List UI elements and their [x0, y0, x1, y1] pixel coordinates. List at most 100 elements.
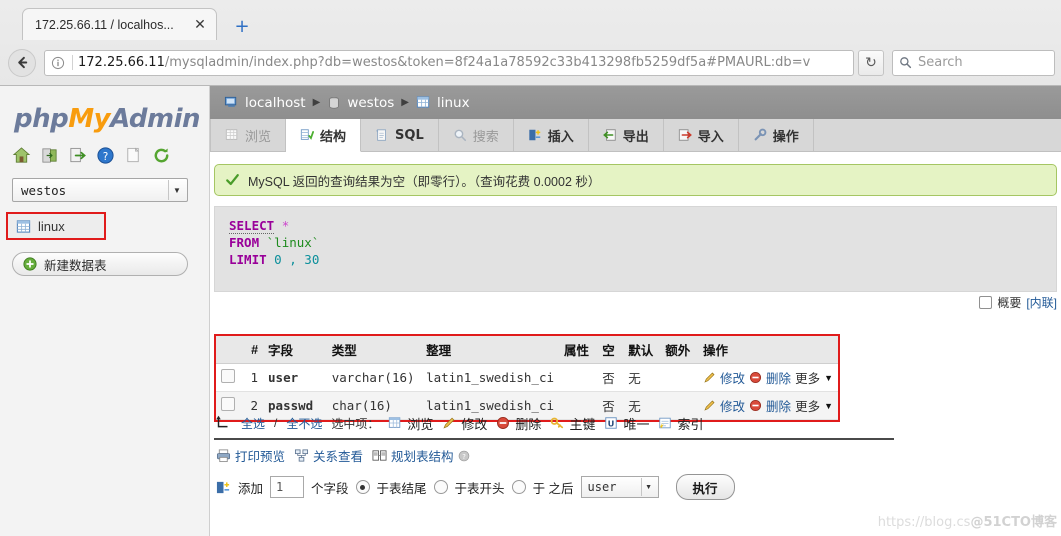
tab-browse[interactable]: 浏览	[210, 119, 287, 151]
svg-text:?: ?	[462, 453, 466, 461]
tab-insert[interactable]: 插入	[513, 119, 589, 151]
index-icon	[659, 417, 672, 429]
back-button[interactable]	[8, 48, 36, 77]
row-edit-link[interactable]: 修改	[720, 368, 745, 387]
search-icon	[900, 57, 912, 69]
breadcrumb-table-label: linux	[436, 94, 470, 111]
breadcrumb-separator: ▶	[312, 96, 321, 108]
selected-action-unique[interactable]: U 唯一	[604, 414, 649, 433]
select-none-link[interactable]: 全不选	[286, 415, 322, 432]
unique-icon: U	[605, 417, 618, 429]
tab-structure[interactable]: 结构	[286, 119, 362, 152]
tab-operations[interactable]: 操作	[738, 119, 814, 151]
address-bar[interactable]: 172.25.66.11/mysqladmin/index.php?db=wes…	[44, 49, 854, 76]
table-icon	[416, 96, 430, 108]
profiling-checkbox[interactable]	[979, 295, 993, 309]
breadcrumb-server[interactable]: localhost	[224, 95, 306, 111]
sql-comma: ,	[289, 252, 297, 267]
row-null: 否	[597, 363, 624, 392]
logo-admin: Admin	[110, 104, 201, 134]
print-icon	[216, 449, 231, 463]
selected-action-edit[interactable]: 修改	[442, 414, 487, 433]
th-null: 空	[597, 336, 624, 364]
with-selected-label: 选中项：	[331, 416, 380, 431]
print-view-label[interactable]: 打印预览	[235, 446, 285, 465]
with-selected-bar: 全选 / 全不选 选中项： 浏览 修改 删除 主键 U 唯一 索引	[214, 408, 894, 440]
site-info-icon[interactable]	[49, 54, 67, 72]
database-select[interactable]: westos ▼	[12, 178, 188, 202]
table-row[interactable]: 1 user varchar(16) latin1_swedish_ci 否 无	[216, 363, 838, 392]
sql-keyword-from: FROM	[229, 235, 260, 250]
row-collation: latin1_swedish_ci	[421, 363, 560, 392]
chevron-down-icon: ▼	[168, 180, 185, 200]
row-actions-group: 修改 删除 更多 ▼	[703, 368, 833, 387]
select-all-link[interactable]: 全选	[241, 415, 265, 432]
browse-icon	[225, 129, 238, 140]
selected-action-index[interactable]: 索引	[658, 414, 703, 433]
row-more-label[interactable]: 更多	[795, 368, 820, 387]
row-checkbox[interactable]	[221, 369, 235, 383]
logout-icon[interactable]	[40, 146, 59, 165]
sql-keyword-limit: LIMIT	[229, 252, 267, 267]
watermark-brand: @51CTO博客	[970, 515, 1057, 530]
browser-tabstrip: 172.25.66.11 / localhos... ✕ +	[0, 0, 1061, 40]
docs-icon[interactable]	[124, 146, 143, 165]
chevron-down-icon[interactable]: ▼	[824, 373, 833, 383]
close-icon[interactable]: ✕	[192, 17, 208, 33]
table-icon	[16, 219, 31, 233]
selected-action-drop[interactable]: 删除	[496, 414, 541, 433]
tab-browse-label: 浏览	[245, 128, 272, 144]
inline-edit-link[interactable]: [内联]	[1026, 294, 1057, 311]
breadcrumb-table[interactable]: linux	[416, 95, 470, 111]
designer-icon	[372, 450, 387, 461]
main-tabs: 浏览 结构 SQL 搜索 插入 导出 导入 操作	[210, 119, 1061, 152]
tab-export[interactable]: 导出	[588, 119, 664, 151]
relation-view-link[interactable]: 关系查看	[294, 446, 363, 465]
tab-sql[interactable]: SQL	[361, 119, 439, 151]
radio-after[interactable]	[511, 480, 526, 494]
radio-at-beginning[interactable]	[433, 480, 448, 494]
selected-action-browse[interactable]: 浏览	[388, 414, 433, 433]
new-tab-icon[interactable]: +	[232, 17, 252, 37]
selected-action-primary-label: 主键	[569, 416, 596, 432]
go-button[interactable]: 执行	[675, 474, 735, 500]
search-input[interactable]: Search	[892, 49, 1055, 76]
new-table-button[interactable]: 新建数据表	[12, 252, 188, 276]
main-content: MySQL 返回的查询结果为空（即零行）。（查询花费 0.0002 秒） SEL…	[210, 152, 1061, 536]
edit-icon	[443, 417, 455, 429]
reload-button[interactable]: ↻	[858, 49, 884, 76]
designer-link[interactable]: 规划表结构 ?	[372, 446, 470, 465]
help-icon[interactable]: ?	[96, 146, 115, 165]
designer-label[interactable]: 规划表结构	[391, 446, 454, 465]
search-icon	[454, 129, 466, 142]
export-icon	[602, 129, 616, 141]
svg-text:?: ?	[103, 151, 109, 163]
relation-icon	[295, 449, 309, 462]
row-drop-link[interactable]: 删除	[766, 368, 791, 387]
help-icon[interactable]: ?	[458, 450, 470, 462]
insert-icon	[529, 129, 540, 141]
row-number: 1	[242, 363, 264, 392]
radio-at-end[interactable]	[355, 480, 370, 494]
drop-icon[interactable]	[749, 371, 762, 384]
home-icon[interactable]	[12, 146, 31, 165]
tab-search[interactable]: 搜索	[438, 119, 514, 151]
reload-icon[interactable]	[152, 146, 171, 165]
at-beginning-label: 于表开头	[454, 481, 505, 496]
logo-my: My	[68, 104, 111, 134]
edit-icon[interactable]	[703, 371, 716, 384]
sql-limit-offset: 0	[274, 252, 282, 267]
selected-action-drop-label: 删除	[515, 416, 542, 432]
breadcrumb-database[interactable]: westos	[327, 95, 394, 111]
after-field-select[interactable]: user ▼	[580, 476, 659, 498]
export-icon[interactable]	[68, 146, 87, 165]
relation-view-label[interactable]: 关系查看	[313, 446, 363, 465]
sidebar-item-linux[interactable]: linux	[6, 212, 106, 240]
field-count-input[interactable]: 1	[270, 476, 305, 498]
selected-action-primary[interactable]: 主键	[550, 414, 595, 433]
browser-tab[interactable]: 172.25.66.11 / localhos... ✕	[22, 8, 217, 40]
tab-import[interactable]: 导入	[663, 119, 739, 151]
import-icon	[678, 129, 692, 141]
print-view-link[interactable]: 打印预览	[216, 446, 285, 465]
browse-icon	[389, 417, 401, 428]
